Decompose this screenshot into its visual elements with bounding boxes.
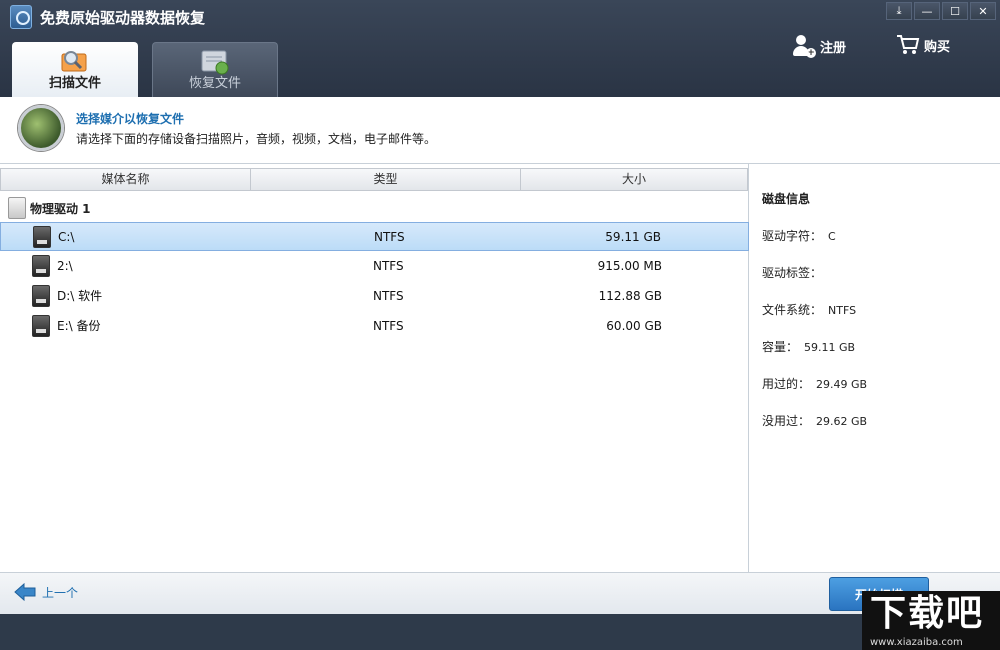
drive-size: 915.00 MB bbox=[597, 259, 662, 273]
info-drive-letter: 驱动字符： C bbox=[762, 227, 836, 244]
drive-size: 59.11 GB bbox=[605, 230, 661, 244]
folder-scan-icon bbox=[61, 51, 87, 72]
app-title: 免费原始驱动器数据恢复 bbox=[40, 9, 206, 27]
footer-bar: 上一个 开始扫描 bbox=[0, 572, 1000, 614]
drive-type: NTFS bbox=[373, 289, 404, 303]
tab-recover-label: 恢复文件 bbox=[188, 76, 241, 91]
physical-drive-group[interactable]: 物理驱动 1 bbox=[8, 196, 91, 220]
info-value: 29.49 GB bbox=[816, 378, 868, 391]
watermark-url: www.xiazaiba.com bbox=[870, 637, 963, 648]
cart-icon bbox=[897, 35, 920, 54]
drive-type: NTFS bbox=[374, 230, 405, 244]
info-value: 29.62 GB bbox=[816, 415, 868, 428]
window-controls: ⤓ — ☐ ✕ bbox=[886, 2, 996, 20]
drive-icon bbox=[32, 285, 50, 307]
drive-name: D:\ 软件 bbox=[57, 289, 103, 303]
register-button[interactable]: + 注册 bbox=[792, 34, 846, 58]
tab-scan-files[interactable]: 扫描文件 bbox=[12, 42, 138, 97]
info-used: 用过的： 29.49 GB bbox=[762, 375, 867, 392]
buy-label: 购买 bbox=[924, 39, 951, 55]
column-header-type[interactable]: 类型 bbox=[250, 168, 521, 191]
drive-type: NTFS bbox=[373, 319, 404, 333]
drive-icon bbox=[32, 255, 50, 277]
group-label: 物理驱动 1 bbox=[30, 201, 91, 216]
drive-name: C:\ bbox=[58, 230, 75, 244]
arrow-left-icon bbox=[14, 583, 36, 601]
info-value: C bbox=[828, 230, 836, 243]
drive-type: NTFS bbox=[373, 259, 404, 273]
main-content: 媒体名称 类型 大小 物理驱动 1 C:\ NTFS 59.11 GB 2:\ … bbox=[0, 164, 1000, 572]
header-title: 选择媒介以恢复文件 bbox=[76, 112, 185, 126]
watermark: 下载吧 www.xiazaiba.com bbox=[862, 591, 1000, 650]
drive-size: 112.88 GB bbox=[598, 289, 662, 303]
info-capacity: 容量： 59.11 GB bbox=[762, 338, 855, 355]
info-label: 容量： bbox=[762, 340, 799, 354]
title-bar: 免费原始驱动器数据恢复 ⤓ — ☐ ✕ + 注册 购买 扫描文件 恢复文件 bbox=[0, 0, 1000, 97]
drive-list: 媒体名称 类型 大小 物理驱动 1 C:\ NTFS 59.11 GB 2:\ … bbox=[0, 164, 749, 572]
physical-drive-icon bbox=[8, 197, 26, 219]
drive-size: 60.00 GB bbox=[606, 319, 662, 333]
bottom-strip bbox=[0, 614, 1000, 650]
info-value: 59.11 GB bbox=[804, 341, 856, 354]
table-row[interactable]: D:\ 软件 NTFS 112.88 GB bbox=[0, 282, 749, 311]
drive-name: E:\ 备份 bbox=[57, 319, 101, 333]
register-label: 注册 bbox=[820, 40, 847, 56]
header-subtitle: 请选择下面的存储设备扫描照片，音频，视频，文档，电子邮件等。 bbox=[76, 132, 437, 146]
info-label: 用过的： bbox=[762, 377, 811, 391]
table-row[interactable]: C:\ NTFS 59.11 GB bbox=[0, 222, 749, 251]
disk-info-panel: 磁盘信息 驱动字符： C 驱动标签： 文件系统： NTFS 容量： 59.11 GB … bbox=[750, 164, 1000, 572]
close-button[interactable]: ✕ bbox=[970, 2, 996, 20]
update-icon[interactable]: ⤓ bbox=[886, 2, 912, 20]
tab-recover-files[interactable]: 恢复文件 bbox=[152, 42, 278, 97]
back-label: 上一个 bbox=[42, 585, 79, 600]
info-label: 驱动字符： bbox=[762, 229, 823, 243]
table-row[interactable]: 2:\ NTFS 915.00 MB bbox=[0, 252, 749, 281]
media-select-icon bbox=[18, 105, 64, 151]
back-button[interactable]: 上一个 bbox=[14, 583, 78, 601]
app-logo-icon bbox=[10, 5, 32, 29]
info-label: 驱动标签： bbox=[762, 266, 823, 280]
column-header-size[interactable]: 大小 bbox=[520, 168, 748, 191]
instruction-header: 选择媒介以恢复文件 请选择下面的存储设备扫描照片，音频，视频，文档，电子邮件等。 bbox=[0, 97, 1000, 164]
info-free: 没用过： 29.62 GB bbox=[762, 412, 867, 429]
drive-icon bbox=[32, 315, 50, 337]
info-label: 文件系统： bbox=[762, 303, 823, 317]
watermark-logo-text: 下载吧 bbox=[870, 593, 985, 634]
buy-button[interactable]: 购买 bbox=[896, 34, 950, 56]
drive-name: 2:\ bbox=[57, 259, 73, 273]
drive-icon bbox=[33, 226, 51, 248]
table-row[interactable]: E:\ 备份 NTFS 60.00 GB bbox=[0, 312, 749, 341]
info-label: 没用过： bbox=[762, 414, 811, 428]
disk-info-title: 磁盘信息 bbox=[762, 192, 811, 206]
info-value: NTFS bbox=[828, 304, 857, 317]
tab-scan-label: 扫描文件 bbox=[48, 76, 101, 91]
info-file-system: 文件系统： NTFS bbox=[762, 301, 856, 318]
user-add-icon: + bbox=[792, 34, 816, 58]
info-drive-label: 驱动标签： bbox=[762, 264, 828, 281]
maximize-button[interactable]: ☐ bbox=[942, 2, 968, 20]
column-header-name[interactable]: 媒体名称 bbox=[0, 168, 251, 191]
minimize-button[interactable]: — bbox=[914, 2, 940, 20]
